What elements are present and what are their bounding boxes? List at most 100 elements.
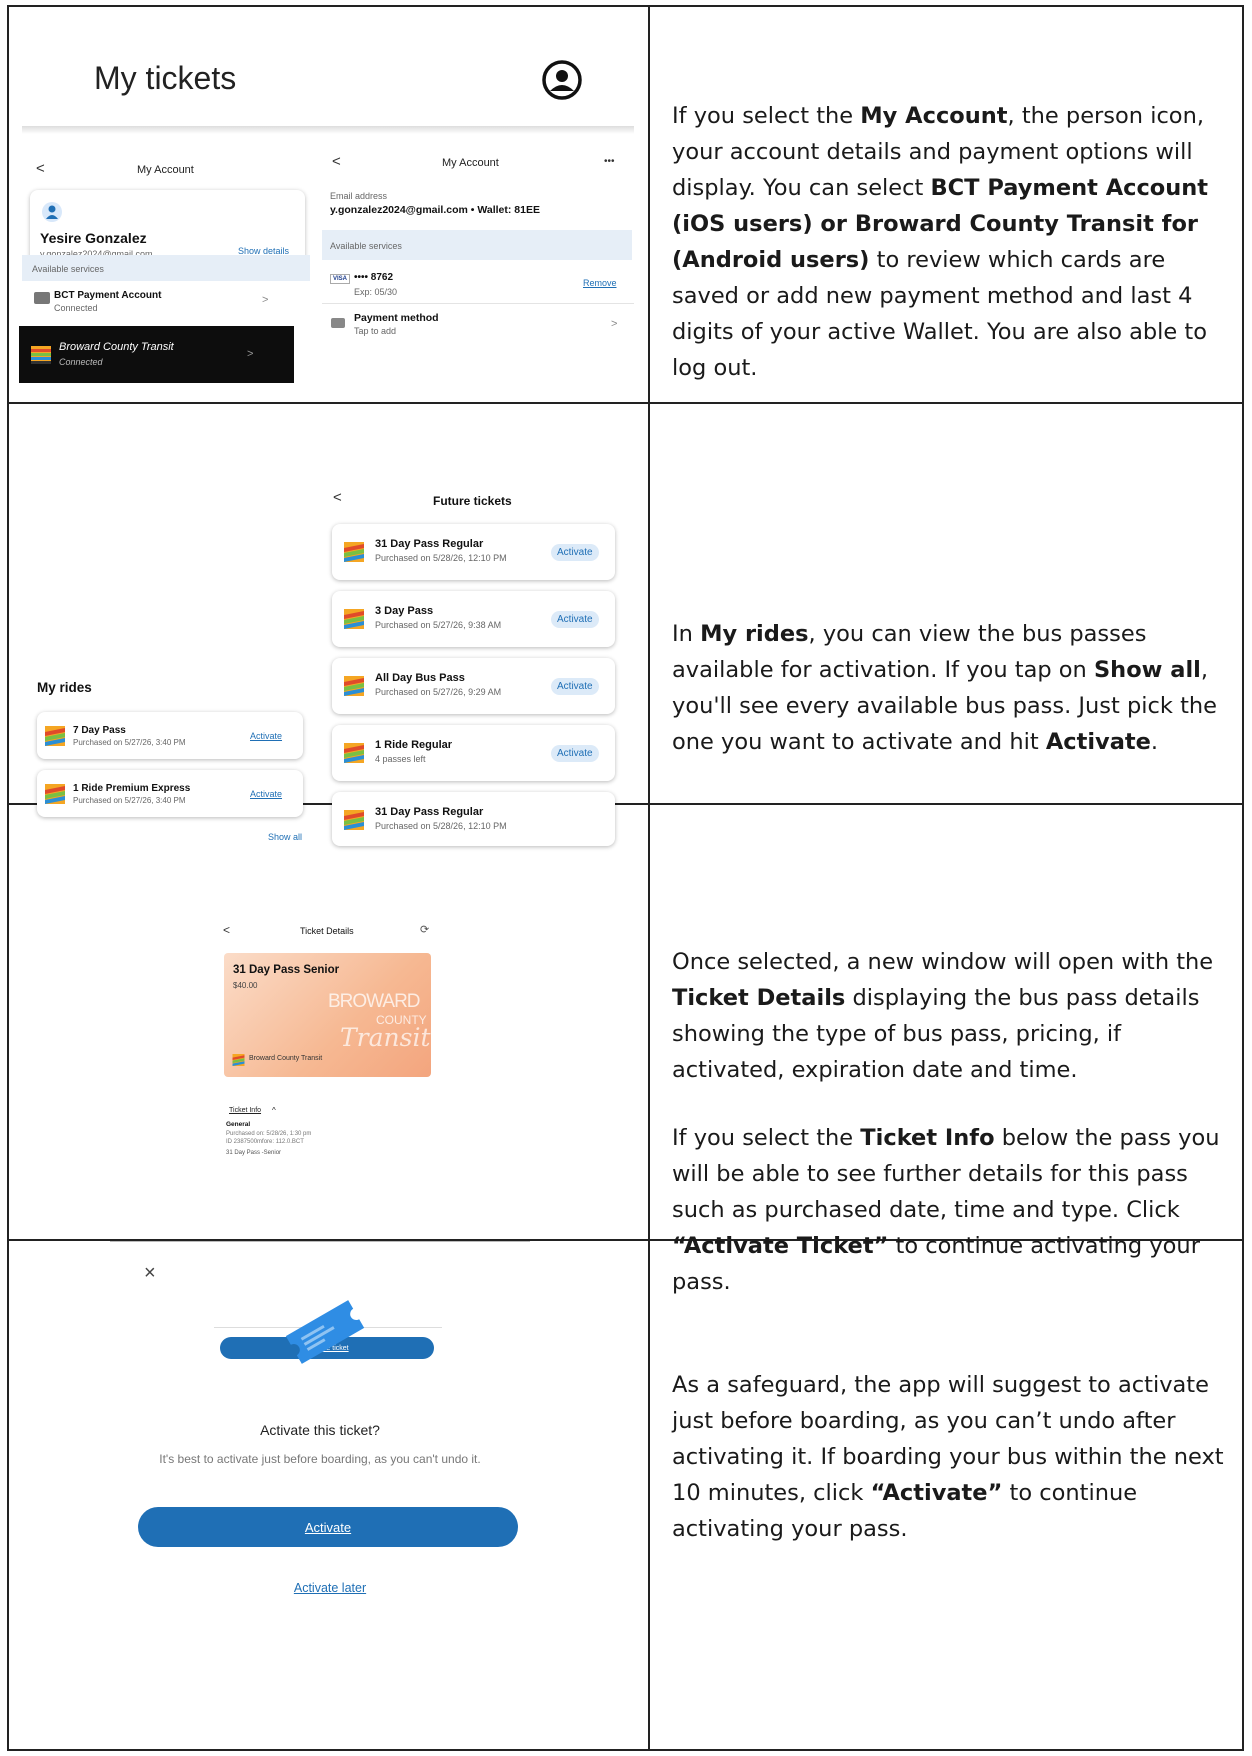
text-run: If you select the bbox=[672, 1125, 861, 1151]
bold-term: Activate bbox=[1045, 729, 1151, 755]
bct-logo-icon bbox=[344, 676, 364, 696]
pass-name: 31 Day Pass Senior bbox=[233, 964, 340, 976]
bct-logo-icon bbox=[344, 743, 364, 763]
bold-term: My Account bbox=[860, 103, 1008, 129]
service2-title: Broward County Transit bbox=[59, 341, 174, 353]
service-broward-transit[interactable]: Broward County Transit Connected > bbox=[19, 326, 294, 383]
row3-description-b: If you select the Ticket Info below the … bbox=[672, 1120, 1237, 1300]
ticket-title: All Day Bus Pass bbox=[375, 672, 465, 684]
bold-term: “Activate” bbox=[870, 1480, 1003, 1506]
text-run: Once selected, a new window will open wi… bbox=[672, 949, 1214, 975]
ride-item[interactable]: 1 Ride Premium Express Purchased on 5/27… bbox=[37, 770, 303, 817]
refresh-icon[interactable]: ⟳ bbox=[420, 923, 429, 936]
row3-description-a: Once selected, a new window will open wi… bbox=[672, 944, 1237, 1088]
account-panel-right: < My Account ••• Email address y.gonzale… bbox=[322, 150, 634, 360]
bct-logo-icon bbox=[31, 346, 51, 369]
info-general: General bbox=[226, 1121, 251, 1128]
more-icon[interactable]: ••• bbox=[604, 156, 615, 167]
row4-description: As a safeguard, the app will suggest to … bbox=[672, 1367, 1237, 1547]
id-card-icon bbox=[34, 292, 50, 304]
table-border-left bbox=[7, 5, 9, 1751]
future-ticket[interactable]: 1 Ride Regular 4 passes left Activate bbox=[332, 725, 615, 781]
services-section: Available services bbox=[22, 255, 310, 281]
pass-logo-word1: BROWARD bbox=[328, 991, 421, 1012]
activate-button[interactable]: Activate bbox=[551, 745, 599, 762]
show-all-link[interactable]: Show all bbox=[268, 832, 302, 842]
person-icon[interactable] bbox=[541, 59, 583, 101]
back-icon[interactable]: < bbox=[332, 153, 341, 170]
bct-logo-icon bbox=[344, 810, 364, 830]
ticket-title: 3 Day Pass bbox=[375, 605, 434, 617]
table-border-bottom bbox=[7, 1749, 1244, 1751]
email-label: Email address bbox=[330, 191, 388, 201]
service2-sub: Connected bbox=[59, 357, 103, 367]
service-bct-payment[interactable]: BCT Payment Account Connected > bbox=[22, 282, 310, 318]
account-panel-left: < My Account Yesire Gonzalez y.gonzalez2… bbox=[19, 150, 310, 395]
ride-title: 1 Ride Premium Express bbox=[73, 783, 191, 794]
activate-button[interactable]: Activate bbox=[551, 678, 599, 695]
future-tickets-title: Future tickets bbox=[433, 494, 512, 508]
row4-top-line bbox=[110, 1241, 530, 1242]
chevron-right-icon: > bbox=[611, 318, 618, 330]
pass-agency: Broward County Transit bbox=[249, 1055, 323, 1062]
table-border-row1 bbox=[7, 402, 1244, 404]
services-label: Available services bbox=[330, 241, 402, 251]
ticket-sub: 4 passes left bbox=[375, 754, 426, 764]
bct-logo-icon bbox=[232, 1053, 245, 1066]
avatar bbox=[42, 202, 62, 222]
ticket-title: 1 Ride Regular bbox=[375, 739, 453, 751]
row2-description: In My rides, you can view the bus passes… bbox=[672, 616, 1237, 760]
ticket-icon bbox=[275, 1298, 375, 1366]
close-icon[interactable]: × bbox=[144, 1262, 156, 1285]
ride-sub: Purchased on 5/27/26, 3:40 PM bbox=[73, 796, 186, 805]
back-icon[interactable]: < bbox=[223, 923, 230, 937]
chevron-right-icon: > bbox=[247, 348, 254, 360]
ticket-sub: Purchased on 5/28/26, 12:10 PM bbox=[375, 553, 507, 563]
left-panel-title: My Account bbox=[137, 164, 194, 176]
ride-title: 7 Day Pass bbox=[73, 725, 126, 736]
caret-up-icon[interactable]: ^ bbox=[272, 1106, 276, 1115]
my-rides-title: My rides bbox=[37, 680, 92, 695]
service1-title: BCT Payment Account bbox=[54, 290, 162, 301]
bold-term: Ticket Info bbox=[860, 1125, 995, 1151]
activate-button[interactable]: Activate bbox=[551, 544, 599, 561]
ticket-info-toggle[interactable]: Ticket Info bbox=[229, 1107, 261, 1114]
ride-sub: Purchased on 5/27/26, 3:40 PM bbox=[73, 738, 186, 747]
remove-card-link[interactable]: Remove bbox=[583, 278, 617, 288]
activate-link[interactable]: Activate bbox=[250, 731, 282, 741]
activate-later-link[interactable]: Activate later bbox=[110, 1581, 550, 1595]
future-ticket[interactable]: 3 Day Pass Purchased on 5/27/26, 9:38 AM… bbox=[332, 591, 615, 647]
table-border-middle bbox=[648, 5, 650, 1751]
info-line2: ID 2387500mfore: 112.0.BCT bbox=[226, 1139, 304, 1145]
future-ticket[interactable]: 31 Day Pass Regular Purchased on 5/28/26… bbox=[332, 792, 615, 846]
my-tickets-heading: My tickets bbox=[94, 60, 237, 96]
bold-term: My rides bbox=[700, 621, 809, 647]
future-ticket[interactable]: All Day Bus Pass Purchased on 5/27/26, 9… bbox=[332, 658, 615, 714]
bct-logo-icon bbox=[344, 542, 364, 562]
card-exp: Exp: 05/30 bbox=[354, 287, 398, 297]
activate-button[interactable]: Activate bbox=[138, 1507, 518, 1547]
card-icon bbox=[331, 318, 345, 328]
saved-card-row: VISA •••• 8762 Exp: 05/30 Remove bbox=[322, 264, 634, 304]
table-border-top bbox=[7, 5, 1244, 7]
bct-logo-icon bbox=[344, 609, 364, 629]
ticket-details-title: Ticket Details bbox=[300, 926, 354, 936]
heading-divider bbox=[22, 126, 634, 134]
back-icon[interactable]: < bbox=[36, 160, 45, 177]
back-icon[interactable]: < bbox=[333, 489, 342, 506]
services-label: Available services bbox=[32, 264, 104, 274]
pass-card[interactable]: 31 Day Pass Senior $40.00 BROWARD COUNTY… bbox=[224, 953, 431, 1077]
email-value: y.gonzalez2024@gmail.com • Wallet: 81EE bbox=[330, 204, 540, 216]
future-ticket[interactable]: 31 Day Pass Regular Purchased on 5/28/26… bbox=[332, 524, 615, 580]
bold-term: Show all bbox=[1093, 657, 1201, 683]
activate-button-label: Activate bbox=[304, 1519, 352, 1535]
services-section: Available services bbox=[322, 230, 632, 260]
ticket-sub: Purchased on 5/27/26, 9:29 AM bbox=[375, 687, 502, 697]
bold-term: Ticket Details bbox=[672, 985, 846, 1011]
service1-sub: Connected bbox=[54, 303, 98, 313]
activate-link[interactable]: Activate bbox=[250, 789, 282, 799]
ride-item[interactable]: 7 Day Pass Purchased on 5/27/26, 3:40 PM… bbox=[37, 712, 303, 759]
activate-button[interactable]: Activate bbox=[551, 611, 599, 628]
payment-method-row[interactable]: Payment method Tap to add > bbox=[322, 308, 634, 344]
profile-name: Yesire Gonzalez bbox=[40, 230, 147, 246]
